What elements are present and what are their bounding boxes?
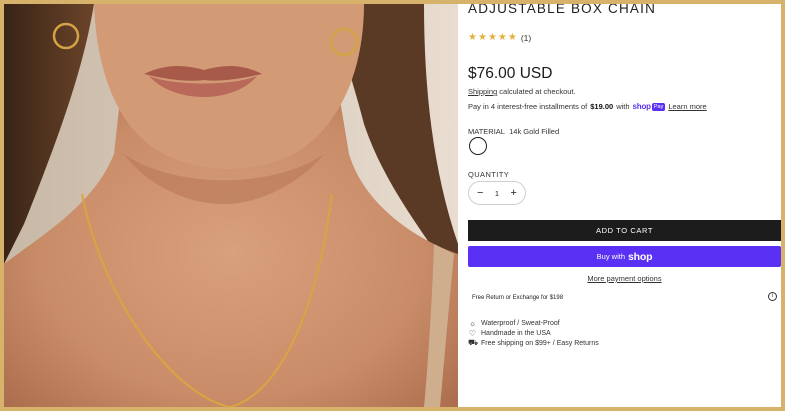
quantity-stepper: − 1 +	[468, 181, 526, 205]
shop-brand-logo: shop	[628, 250, 653, 263]
decrease-quantity-button[interactable]: −	[477, 187, 483, 199]
material-swatch-14k-gold-filled[interactable]	[469, 137, 487, 155]
shop-pay-word: shop	[632, 102, 652, 111]
feature-text: Free shipping on $99+ / Easy Returns	[481, 339, 599, 347]
heart-icon: ♡	[468, 328, 477, 338]
model-wearing-necklace-image	[4, 4, 458, 407]
free-return-notice: Free Return or Exchange for $198	[472, 295, 564, 301]
star-icon: ★	[497, 32, 507, 43]
feature-item: ⛟ Free shipping on $99+ / Easy Returns	[468, 338, 599, 348]
material-label: MATERIAL 14k Gold Filled	[468, 127, 559, 136]
shop-pay-logo: shop Pay	[633, 102, 666, 111]
product-photo	[4, 4, 458, 407]
info-icon[interactable]: i	[768, 292, 777, 301]
quantity-input[interactable]: 1	[495, 189, 499, 198]
shipping-note: Shipping calculated at checkout.	[468, 87, 576, 96]
installments-prefix: Pay in 4 interest-free installments of	[468, 102, 588, 111]
installments-note: Pay in 4 interest-free installments of $…	[468, 102, 707, 111]
star-icon: ★	[487, 32, 497, 43]
shop-pay-badge: Pay	[651, 102, 666, 111]
shipping-text: calculated at checkout.	[497, 87, 576, 96]
sun-icon: ☼	[468, 318, 477, 328]
star-icon: ★	[477, 32, 487, 43]
feature-list: ☼ Waterproof / Sweat-Proof ♡ Handmade in…	[468, 318, 599, 348]
feature-item: ☼ Waterproof / Sweat-Proof	[468, 318, 599, 328]
installments-with: with	[616, 102, 630, 111]
rating-count: (1)	[520, 33, 532, 43]
learn-more-link[interactable]: Learn more	[668, 102, 706, 111]
feature-text: Waterproof / Sweat-Proof	[481, 319, 560, 327]
product-title: ADJUSTABLE BOX CHAIN	[468, 4, 657, 16]
material-label-text: MATERIAL	[468, 127, 505, 136]
truck-icon: ⛟	[468, 338, 479, 347]
buy-with-label: Buy with	[596, 252, 626, 261]
feature-text: Handmade in the USA	[481, 329, 551, 337]
feature-item: ♡ Handmade in the USA	[468, 328, 599, 338]
product-price: $76.00 USD	[468, 65, 553, 82]
increase-quantity-button[interactable]: +	[511, 187, 517, 199]
more-payment-options-link[interactable]: More payment options	[468, 274, 781, 283]
add-to-cart-button[interactable]: ADD TO CART	[468, 220, 781, 241]
material-value: 14k Gold Filled	[509, 127, 560, 136]
star-icon: ★	[468, 32, 477, 43]
shipping-link[interactable]: Shipping	[468, 87, 497, 96]
buy-with-shop-button[interactable]: Buy with shop	[468, 246, 781, 267]
rating[interactable]: ★ ★ ★ ★ ★ (1)	[468, 32, 532, 44]
quantity-label: QUANTITY	[468, 170, 510, 179]
product-info-panel: ADJUSTABLE BOX CHAIN ★ ★ ★ ★ ★ (1) $76.0…	[468, 4, 781, 407]
installment-amount: $19.00	[590, 102, 614, 111]
star-icon: ★	[507, 32, 517, 43]
page-frame: ADJUSTABLE BOX CHAIN ★ ★ ★ ★ ★ (1) $76.0…	[4, 4, 781, 407]
